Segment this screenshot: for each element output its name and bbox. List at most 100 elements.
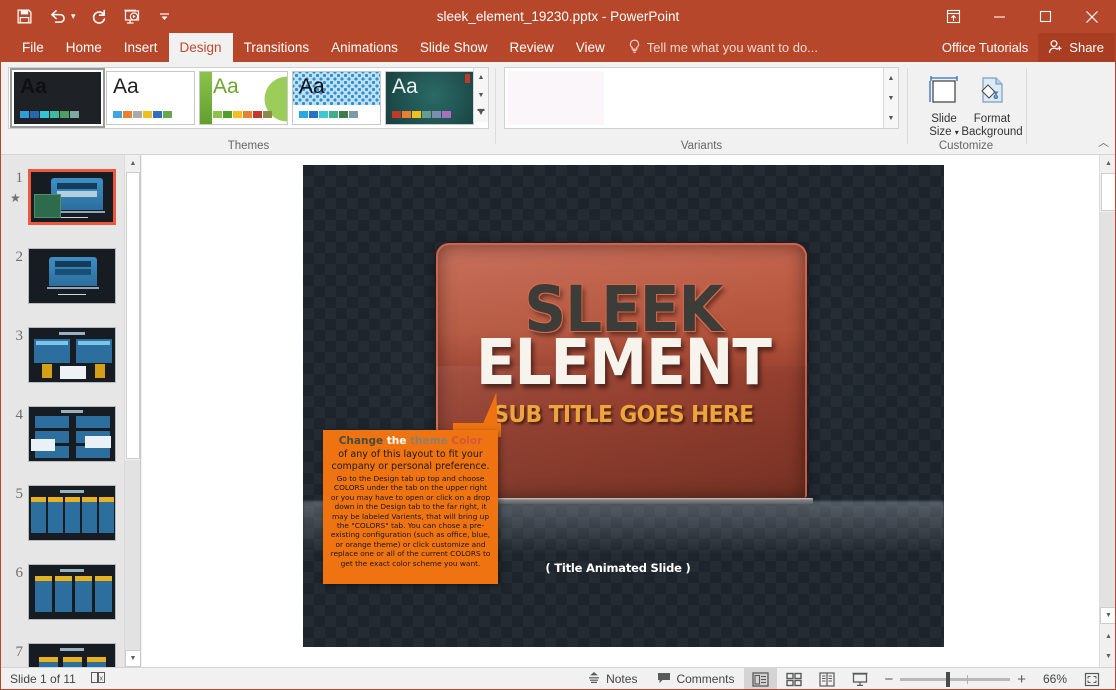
tab-home[interactable]: Home [55, 33, 113, 62]
thumbnail-preview[interactable] [28, 485, 116, 541]
start-presentation-icon[interactable] [122, 7, 142, 27]
theme-instructions-callout[interactable]: Change the theme Color of any of this la… [323, 430, 498, 584]
thumbnail-item-4[interactable]: 4 [0, 406, 126, 462]
variants-more-icon[interactable]: ▼ [884, 108, 898, 128]
scroll-thumb[interactable] [1101, 173, 1116, 211]
zoom-level-label[interactable]: 66% [1033, 672, 1067, 686]
tab-file[interactable]: File [11, 33, 55, 62]
thumbnail-item-3[interactable]: 3 [0, 327, 126, 383]
redo-icon[interactable] [89, 7, 109, 27]
save-icon[interactable] [14, 7, 34, 27]
powerpoint-window: ▾ sleek_element_19230.pptx - PowerPoint [0, 0, 1116, 690]
slide-counter[interactable]: Slide 1 of 11 [10, 672, 76, 686]
tab-review[interactable]: Review [498, 33, 564, 62]
thumbnail-preview[interactable] [28, 564, 116, 620]
thumbnail-item-7[interactable]: 7 [0, 643, 126, 667]
thumbnail-preview[interactable] [28, 248, 116, 304]
slide-sorter-view-button[interactable] [777, 668, 810, 690]
zoom-slider-handle[interactable] [946, 672, 950, 687]
thumb-scroll-track[interactable] [125, 460, 141, 650]
themes-scroll-down-icon[interactable]: ▼ [474, 86, 488, 104]
maximize-icon[interactable] [1022, 0, 1068, 33]
normal-view-button[interactable] [744, 668, 777, 690]
thumb-scroll-up-icon[interactable]: ▲ [125, 155, 141, 172]
thumbnail-preview[interactable] [28, 643, 116, 667]
thumb-scroll-down-icon[interactable]: ▼ [125, 650, 141, 667]
theme-white[interactable]: Aa [106, 71, 195, 125]
thumbnail-item-5[interactable]: 5 [0, 485, 126, 541]
theme-swatches [213, 111, 272, 118]
thumbnail-number: 3 [0, 327, 28, 383]
thumb-scroll-thumb[interactable] [126, 172, 140, 459]
group-divider [907, 68, 908, 144]
themes-more-icon[interactable]: ▼▬ [474, 104, 488, 122]
undo-icon[interactable] [47, 7, 67, 27]
format-background-button[interactable]: Format Background [957, 69, 1027, 139]
thumbnail-number: 2 [0, 248, 28, 304]
scroll-up-icon[interactable]: ▲ [1100, 155, 1116, 172]
ribbon-display-options-icon[interactable] [930, 0, 976, 33]
slide-thumbnail-pane[interactable]: 1 ★ 2 3 [0, 155, 141, 667]
thumbnail-pane-scrollbar[interactable]: ▲ ▼ [124, 155, 140, 667]
spell-check-icon[interactable]: x [90, 671, 107, 688]
slide-title-line-2[interactable]: ELEMENT [329, 333, 919, 393]
zoom-in-button[interactable]: + [1017, 671, 1026, 688]
reading-view-button[interactable] [810, 668, 843, 690]
variant-item[interactable] [508, 71, 604, 125]
customize-quick-access-icon[interactable] [155, 7, 175, 27]
variants-scroll-up-icon[interactable]: ▲ [884, 68, 898, 88]
theme-swatches [299, 111, 358, 118]
themes-gallery-scrollbar[interactable]: ▲ ▼ ▼▬ [473, 68, 488, 122]
thumbnail-preview[interactable] [28, 327, 116, 383]
minimize-icon[interactable] [976, 0, 1022, 33]
thumbnail-number: 5 [0, 485, 28, 541]
theme-swatches [392, 111, 451, 118]
share-person-icon [1048, 39, 1064, 57]
close-icon[interactable] [1068, 0, 1116, 33]
next-slide-icon[interactable]: ▼ [1100, 648, 1116, 665]
tab-insert[interactable]: Insert [113, 33, 169, 62]
thumbnail-number: 7 [0, 643, 28, 667]
variants-scroll-down-icon[interactable]: ▼ [884, 88, 898, 108]
comments-label: Comments [676, 672, 734, 686]
tab-view[interactable]: View [565, 33, 616, 62]
thumbnail-item-1[interactable]: 1 ★ [0, 169, 126, 225]
tab-animations[interactable]: Animations [320, 33, 409, 62]
variants-gallery[interactable]: ▲ ▼ ▼ [504, 67, 899, 129]
theme-blue-pattern[interactable]: Aa [292, 71, 381, 125]
collapse-ribbon-icon[interactable]: ︿ [1098, 134, 1109, 150]
thumbnail-item-6[interactable]: 6 [0, 564, 126, 620]
previous-slide-icon[interactable]: ▲ [1100, 628, 1116, 645]
variants-gallery-scrollbar[interactable]: ▲ ▼ ▼ [883, 68, 898, 128]
theme-office-dark[interactable]: Aa [13, 71, 102, 125]
themes-gallery[interactable]: Aa Aa Aa Aa [8, 67, 489, 129]
customize-group-label: Customize [907, 140, 1025, 152]
slide-canvas[interactable]: SLEEK ELEMENT SUB TITLE GOES HERE ( Titl… [303, 165, 944, 647]
theme-green-wave[interactable]: Aa [199, 71, 288, 125]
tell-me-search[interactable]: Tell me what you want to do... [628, 33, 818, 62]
tab-transitions[interactable]: Transitions [233, 33, 321, 62]
zoom-slider[interactable] [900, 678, 1010, 681]
themes-scroll-up-icon[interactable]: ▲ [474, 68, 488, 86]
notes-icon [587, 671, 601, 687]
notes-button[interactable]: Notes [577, 668, 647, 690]
slide-show-view-button[interactable] [843, 668, 876, 690]
scroll-down-icon[interactable]: ▼ [1100, 607, 1116, 624]
fit-to-window-button[interactable] [1075, 668, 1108, 690]
office-tutorials-link[interactable]: Office Tutorials [932, 33, 1038, 62]
theme-teal-dark[interactable]: Aa [385, 71, 474, 125]
scroll-track[interactable] [1100, 212, 1116, 607]
slide-vertical-scrollbar[interactable]: ▲ ▼ ▲ ▼ [1099, 155, 1116, 667]
slide-subtitle[interactable]: SUB TITLE GOES HERE [322, 402, 925, 428]
thumbnail-preview[interactable] [28, 169, 116, 225]
slide-footnote[interactable]: ( Title Animated Slide ) [478, 561, 758, 575]
zoom-out-button[interactable]: − [884, 671, 893, 688]
thumbnail-preview[interactable] [28, 406, 116, 462]
tab-design[interactable]: Design [169, 33, 233, 62]
thumbnail-number: 4 [0, 406, 28, 462]
share-button[interactable]: Share [1038, 33, 1116, 62]
undo-dropdown-icon[interactable]: ▾ [71, 11, 76, 22]
comments-button[interactable]: Comments [647, 668, 744, 690]
tab-slide-show[interactable]: Slide Show [409, 33, 499, 62]
thumbnail-item-2[interactable]: 2 [0, 248, 126, 304]
